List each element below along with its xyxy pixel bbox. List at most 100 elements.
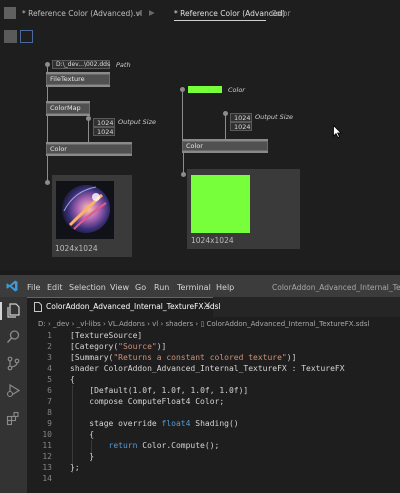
wire bbox=[88, 120, 89, 142]
menu-go[interactable]: Go bbox=[135, 283, 146, 292]
size-width-iobox[interactable]: 1024 bbox=[93, 118, 115, 127]
color-preview-square bbox=[191, 175, 250, 233]
token: , bbox=[151, 386, 162, 395]
token: ComputeFloat4 bbox=[127, 397, 191, 406]
node-color-left[interactable]: Color bbox=[46, 144, 132, 154]
toolbar-square-outline-button[interactable] bbox=[20, 30, 33, 43]
token: () bbox=[228, 419, 239, 428]
breadcrumb-vl-addons[interactable]: VL.Addons bbox=[108, 320, 145, 328]
token: } bbox=[70, 452, 95, 461]
line-number: 7 bbox=[47, 397, 52, 406]
wire bbox=[182, 92, 183, 139]
tab-patch[interactable]: * Reference Color (Advanced) bbox=[174, 9, 285, 18]
texture-thumbnail-image bbox=[56, 181, 114, 239]
tab-document[interactable]: * Reference Color (Advanced).vl bbox=[22, 9, 142, 18]
explorer-icon[interactable] bbox=[6, 303, 21, 318]
code-line-5: { bbox=[70, 374, 400, 385]
run-debug-icon[interactable] bbox=[6, 383, 21, 398]
nav-forward-icon[interactable]: ▶ bbox=[149, 8, 155, 17]
preview-dimensions-left: 1024x1024 bbox=[55, 244, 98, 253]
token: 1.0f bbox=[132, 386, 152, 395]
size-height-iobox[interactable]: 1024 bbox=[93, 127, 115, 136]
pin-bar bbox=[182, 151, 268, 153]
code-line-4: shader ColorAddon_Advanced_Internal_Text… bbox=[70, 363, 400, 374]
token: : bbox=[286, 364, 302, 373]
menu-view[interactable]: View bbox=[110, 283, 129, 292]
breadcrumb-shaders[interactable]: shaders bbox=[166, 320, 194, 328]
token: [TextureSource] bbox=[70, 331, 143, 340]
path-iobox[interactable]: D:\_dev...\002.dds bbox=[52, 60, 110, 69]
color-swatch[interactable] bbox=[188, 86, 222, 93]
tab-label[interactable]: ColorAddon_Advanced_Internal_TextureFX.s… bbox=[46, 302, 221, 311]
search-icon[interactable] bbox=[6, 329, 21, 344]
breadcrumb-dev[interactable]: _dev bbox=[53, 320, 69, 328]
line-number: 8 bbox=[47, 408, 52, 417]
code-line-2: [Category("Source")] bbox=[70, 341, 400, 352]
menu-run[interactable]: Run bbox=[154, 283, 169, 292]
pin-bar bbox=[46, 114, 90, 116]
token: Color; bbox=[190, 397, 225, 406]
token: shader bbox=[70, 364, 104, 373]
token: 1.0f bbox=[161, 386, 181, 395]
token: { bbox=[70, 375, 75, 384]
code-line-6: [Default(1.0f, 1.0f, 1.0f, 1.0f)] bbox=[70, 385, 400, 396]
output-size-label-right: Output Size bbox=[255, 113, 293, 121]
token: { bbox=[70, 430, 95, 439]
tab-close-icon[interactable]: × bbox=[203, 300, 211, 311]
breadcrumb-color[interactable]: Color bbox=[271, 9, 291, 18]
wire bbox=[183, 153, 184, 173]
token: return bbox=[108, 441, 138, 450]
line-number: 12 bbox=[42, 452, 52, 461]
pin-bar bbox=[46, 85, 110, 87]
code-line-7: compose ComputeFloat4 Color; bbox=[70, 396, 400, 407]
pin-bar bbox=[46, 154, 132, 156]
preview-dimensions-right: 1024x1024 bbox=[191, 236, 234, 245]
code-line-3: [Summary("Returns a constant colored tex… bbox=[70, 352, 400, 363]
code-line-9: stage override float4 Shading() bbox=[70, 418, 400, 429]
line-number: 10 bbox=[42, 430, 52, 439]
code-line-8: ​ bbox=[70, 407, 400, 418]
token: [Category( bbox=[70, 342, 119, 351]
token: )] bbox=[286, 353, 297, 362]
file-icon bbox=[34, 302, 42, 312]
line-number: 5 bbox=[47, 375, 52, 384]
breadcrumb: D: › _dev › _vl-libs › VL.Addons › vl › … bbox=[38, 320, 369, 328]
size-height-iobox-right[interactable]: 1024 bbox=[230, 122, 252, 131]
code-line-13: }; bbox=[70, 462, 400, 473]
node-colormap[interactable]: ColorMap bbox=[46, 103, 90, 114]
extensions-icon[interactable] bbox=[6, 411, 21, 426]
source-control-icon[interactable] bbox=[6, 356, 21, 371]
breadcrumb-file[interactable]: ColorAddon_Advanced_Internal_TextureFX.s… bbox=[207, 320, 370, 328]
line-number: 1 bbox=[47, 331, 52, 340]
menu-file[interactable]: File bbox=[27, 283, 40, 292]
token: 1.0f bbox=[219, 386, 239, 395]
token: }; bbox=[70, 463, 80, 472]
output-dot[interactable] bbox=[45, 180, 50, 185]
wire bbox=[47, 156, 48, 181]
node-color-right[interactable]: Color bbox=[182, 141, 268, 151]
code-editor[interactable]: [TextureSource] [Category("Source")] [Su… bbox=[70, 330, 400, 484]
line-number: 3 bbox=[47, 353, 52, 362]
breadcrumb-vl-libs[interactable]: _vl-libs bbox=[77, 320, 101, 328]
window-title: ColorAddon_Advanced_Internal_TextureFX bbox=[272, 283, 400, 292]
output-dot-right[interactable] bbox=[181, 172, 186, 177]
token: ColorAddon_Advanced_Internal_TextureFX bbox=[103, 364, 287, 373]
token: , bbox=[209, 386, 220, 395]
vscode-logo-icon bbox=[6, 280, 18, 292]
path-label: Path bbox=[116, 61, 131, 69]
line-number: 13 bbox=[42, 463, 52, 472]
line-number: 2 bbox=[47, 342, 52, 351]
token: [Summary( bbox=[70, 353, 114, 362]
breadcrumb-drive[interactable]: D: bbox=[38, 320, 46, 328]
menu-terminal[interactable]: Terminal bbox=[177, 283, 211, 292]
menu-help[interactable]: Help bbox=[216, 283, 234, 292]
wire bbox=[225, 115, 226, 139]
toolbar-square-button[interactable] bbox=[4, 30, 17, 43]
node-filetexture[interactable]: FileTexture bbox=[46, 74, 110, 85]
size-width-iobox-right[interactable]: 1024 bbox=[230, 113, 252, 122]
menu-selection[interactable]: Selection bbox=[69, 283, 106, 292]
nav-back-icon[interactable]: ◀ bbox=[136, 8, 142, 17]
breadcrumb-vl[interactable]: vl bbox=[152, 320, 158, 328]
menu-edit[interactable]: Edit bbox=[47, 283, 63, 292]
